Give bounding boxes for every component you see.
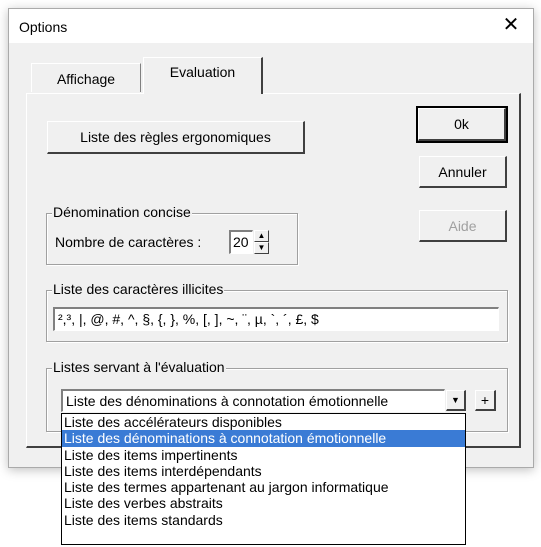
help-button[interactable]: Aide (419, 210, 507, 242)
evaluation-lists-group-label: Listes servant à l'évaluation (52, 359, 226, 375)
close-button[interactable]: ✕ (489, 9, 533, 43)
list-item[interactable]: Liste des items standards (62, 512, 465, 528)
window-title: Options (19, 19, 68, 35)
denomination-group-label: Dénomination concise (52, 204, 192, 220)
ok-button[interactable]: 0k (416, 106, 508, 143)
evaluation-list-dropdown: Liste des accélérateurs disponibles List… (61, 413, 466, 545)
rules-list-button[interactable]: Liste des règles ergonomiques (47, 121, 305, 154)
spin-down-icon: ▼ (257, 243, 266, 252)
evaluation-list-select[interactable]: Liste des dénominations à connotation ém… (61, 389, 445, 412)
tab-evaluation[interactable]: Evaluation (143, 57, 263, 94)
list-item[interactable]: Liste des termes appartenant au jargon i… (62, 479, 465, 495)
list-item[interactable]: Liste des items impertinents (62, 447, 465, 463)
ok-label: 0k (418, 108, 506, 141)
list-item[interactable]: Liste des items interdépendants (62, 463, 465, 479)
title-bar: Options ✕ (9, 9, 533, 43)
dropdown-toggle-button[interactable]: ▼ (446, 390, 466, 411)
cancel-button[interactable]: Annuler (419, 156, 507, 188)
list-item[interactable]: Liste des accélérateurs disponibles (62, 414, 465, 430)
chars-count-input[interactable]: 20 (229, 230, 253, 254)
chevron-down-icon: ▼ (451, 395, 460, 405)
close-icon: ✕ (502, 14, 520, 36)
chars-count-label: Nombre de caractères : (55, 234, 202, 250)
spin-up-button[interactable]: ▲ (254, 230, 269, 242)
add-button[interactable]: + (475, 390, 496, 411)
illicit-chars-group-label: Liste des caractères illicites (52, 281, 225, 297)
spin-down-button[interactable]: ▼ (254, 242, 269, 254)
list-item-selected[interactable]: Liste des dénominations à connotation ém… (62, 430, 465, 447)
list-item[interactable]: Liste des verbes abstraits (62, 495, 465, 511)
tab-affichage[interactable]: Affichage (31, 63, 141, 92)
options-dialog: Options ✕ Affichage Evaluation Liste des… (8, 8, 534, 468)
spin-up-icon: ▲ (257, 231, 266, 240)
illicit-chars-input[interactable]: ²,³, |, @, #, ^, §, {, }, %, [, ], ~, ¨,… (53, 307, 499, 331)
